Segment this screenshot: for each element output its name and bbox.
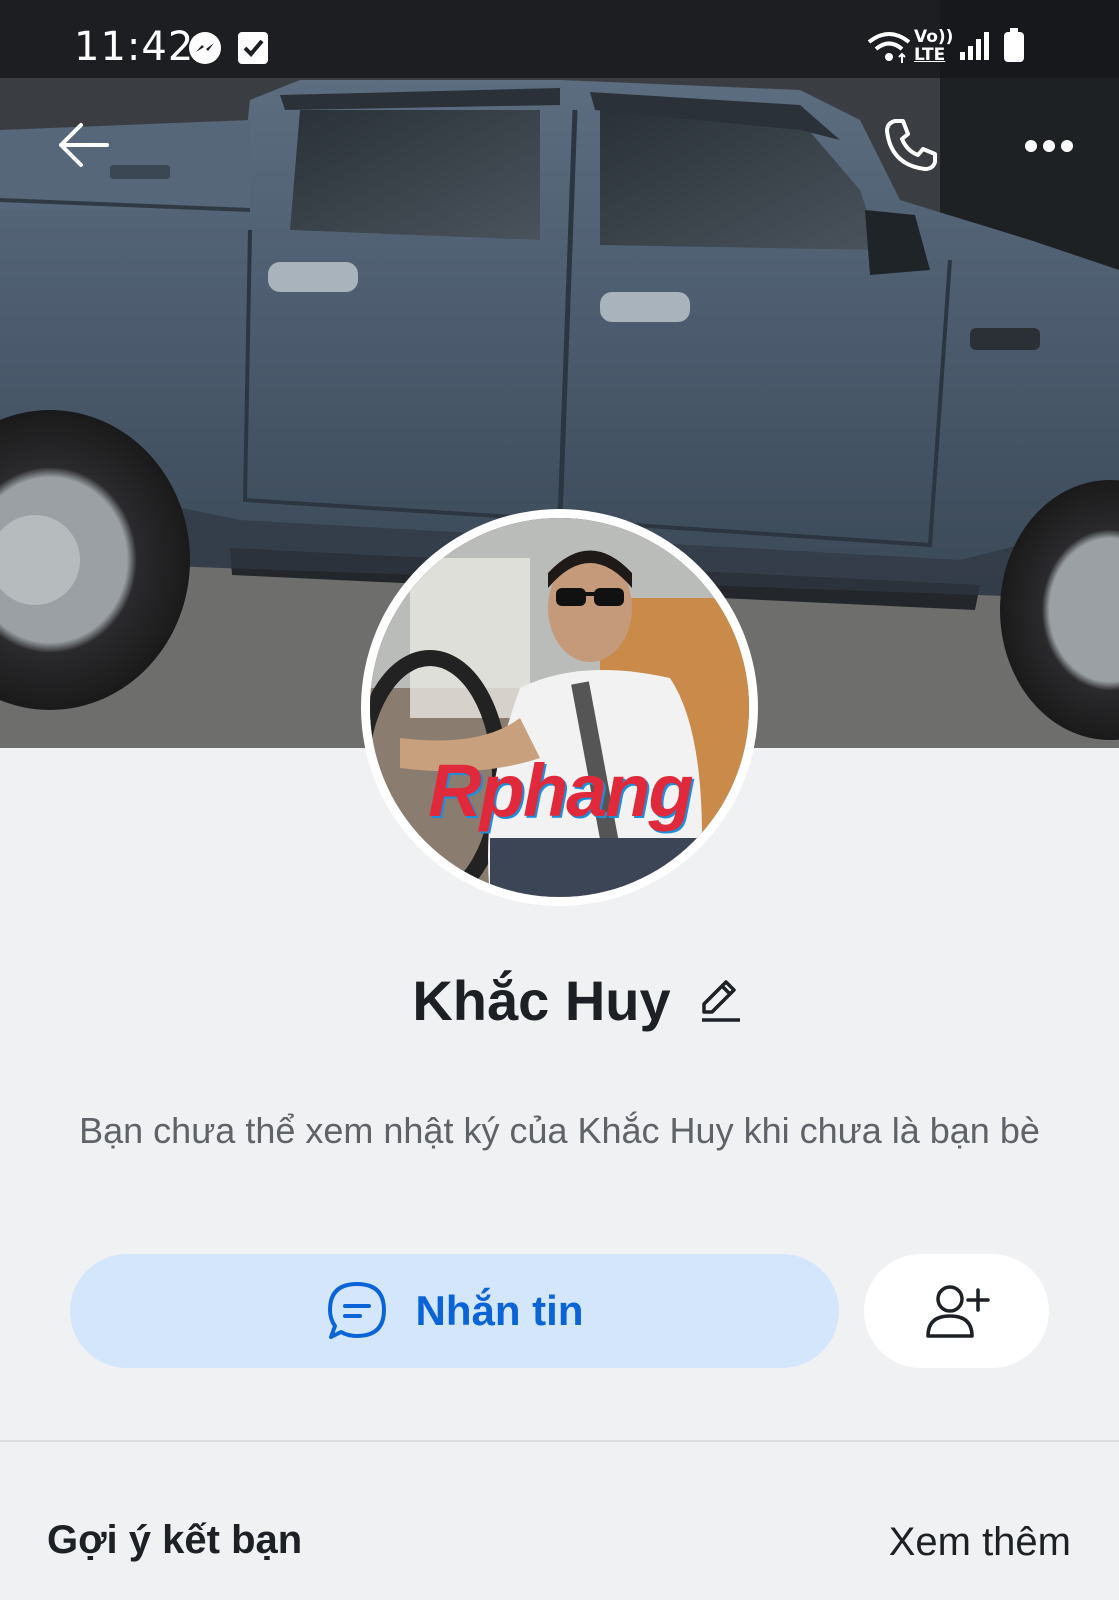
battery-icon xyxy=(1002,28,1026,69)
edit-name-button[interactable] xyxy=(693,973,747,1027)
name-row: Khắc Huy xyxy=(0,962,1119,1038)
add-friend-button[interactable] xyxy=(864,1254,1049,1368)
back-button[interactable] xyxy=(48,115,118,175)
pencil-icon xyxy=(701,980,740,1022)
section-divider xyxy=(0,1440,1119,1442)
chat-bubble-icon xyxy=(327,1282,386,1339)
avatar[interactable]: Rphang xyxy=(361,509,758,906)
checkbox-icon xyxy=(236,30,270,71)
signal-icon xyxy=(958,30,992,67)
avatar-image xyxy=(370,518,749,897)
profile-name: Khắc Huy xyxy=(412,968,671,1032)
volte-icon: Vo)) LTE xyxy=(914,28,953,64)
add-friend-icon xyxy=(925,1285,990,1338)
privacy-notice: Bạn chưa thể xem nhật ký của Khắc Huy kh… xyxy=(79,1110,1040,1151)
message-button-label: Nhắn tin xyxy=(415,1287,584,1334)
lte-label: LTE xyxy=(914,45,946,65)
message-button[interactable]: Nhắn tin xyxy=(70,1254,839,1368)
messenger-icon xyxy=(187,30,223,71)
profile-screen: 11:42 Vo)) LTE Rphang Khắc Huy Bạn chưa … xyxy=(0,0,1119,1600)
back-arrow-icon xyxy=(59,123,109,167)
friend-suggestions-title: Gợi ý kết bạn xyxy=(47,1518,303,1562)
more-icon xyxy=(1025,140,1073,152)
wifi-icon xyxy=(866,30,912,69)
volte-label: Vo)) xyxy=(914,27,954,47)
status-time: 11:42 xyxy=(74,24,195,70)
call-button[interactable] xyxy=(876,110,946,180)
more-options-button[interactable] xyxy=(1016,118,1082,174)
status-bar: 11:42 Vo)) LTE xyxy=(0,0,1119,78)
watermark-text: Rphang xyxy=(428,749,693,832)
avatar-photo: Rphang xyxy=(370,518,749,897)
phone-icon xyxy=(885,119,937,171)
see-more-link[interactable]: Xem thêm xyxy=(889,1520,1071,1565)
